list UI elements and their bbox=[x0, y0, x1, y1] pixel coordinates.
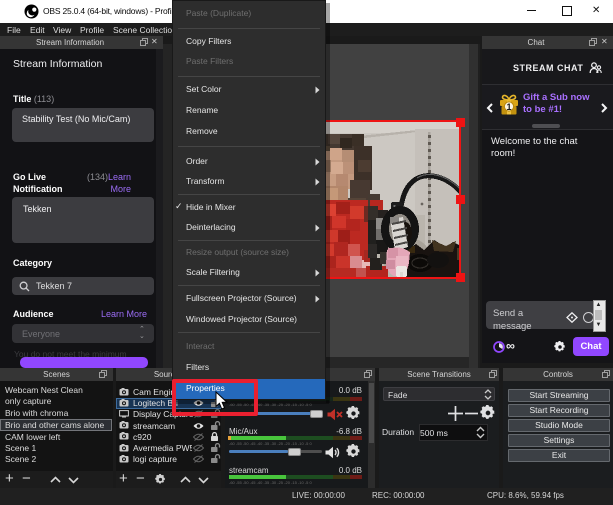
svg-text:1: 1 bbox=[506, 102, 511, 112]
